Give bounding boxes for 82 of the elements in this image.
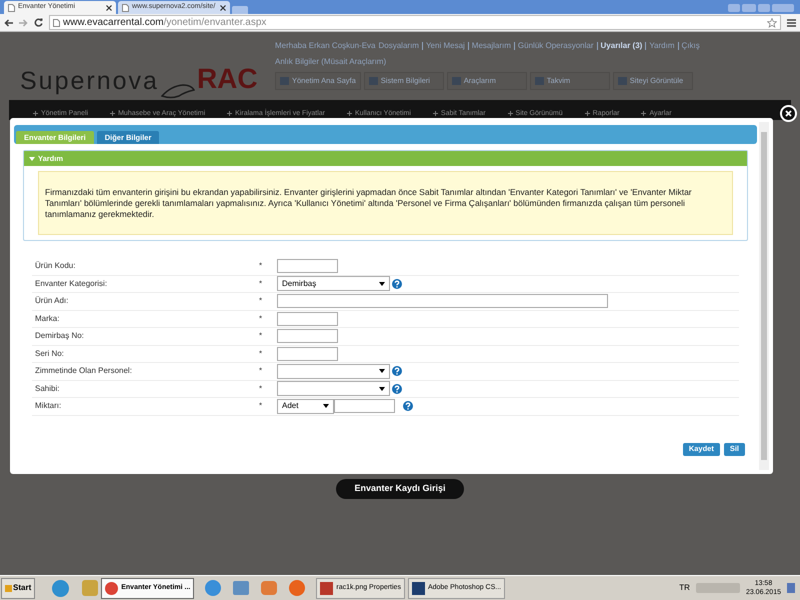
field-label: Envanter Kategorisi: <box>34 278 108 290</box>
close-icon <box>785 110 792 117</box>
input-field[interactable] <box>334 399 395 414</box>
close-icon[interactable] <box>220 4 226 10</box>
required-mark: * <box>259 382 264 395</box>
header-link[interactable]: Günlük Operasyonlar <box>518 40 594 52</box>
required-mark: * <box>259 278 264 290</box>
restore-button[interactable] <box>758 4 770 12</box>
nav-icon <box>452 77 461 85</box>
input-field[interactable] <box>277 259 338 274</box>
required-mark: * <box>259 260 264 272</box>
dropdown-arrow-icon <box>323 404 329 408</box>
plus-icon <box>508 111 513 116</box>
dropdown[interactable] <box>277 364 390 379</box>
minimize-button[interactable] <box>742 4 756 12</box>
header-link[interactable]: Uyarılar (3) <box>600 40 642 52</box>
info-link[interactable]: Anlık Bilgiler (Müsait Araçlarım) <box>275 56 386 68</box>
field-label: Miktarı: <box>34 400 62 412</box>
required-mark: * <box>259 365 264 378</box>
profile-button[interactable] <box>728 4 740 12</box>
plus-icon <box>110 111 116 116</box>
required-mark: * <box>259 312 264 325</box>
field-label: Seri No: <box>34 348 65 360</box>
help-text: Firmanızdaki tüm envanterin girişini bu ekrandan yapabilirsiniz. Envanter girişlerini yapmadan önce Sabit Tanımlar altından 'Envanter Kategori Tanımları' ve 'Envanter Miktar Tanımları' bölümlerinde gerekli tanımlamaları yapmalısınız. Ayrıca 'Kullanıcı Yönetimi' altında 'Personel ve Firma Çalışanları' bölümünden firmanızda çalışan tüm personeli tanımlamanız gerekmektedir. <box>45 187 693 220</box>
page-icon <box>8 4 15 12</box>
field-label: Marka: <box>34 312 60 325</box>
field-label: Demirbaş No: <box>34 330 85 342</box>
dropdown[interactable] <box>277 381 390 396</box>
input-field[interactable] <box>277 294 608 308</box>
help-icon[interactable] <box>392 384 402 394</box>
header-link[interactable]: Mesajlarım <box>472 40 511 52</box>
greeting-text: Merhaba Erkan Coşkun-Eva <box>275 40 376 52</box>
help-icon[interactable] <box>392 278 402 289</box>
input-field[interactable] <box>277 329 338 344</box>
language-indicator[interactable]: TR <box>679 582 690 594</box>
close-icon[interactable] <box>106 4 112 10</box>
input-field[interactable] <box>277 312 338 326</box>
header-link[interactable]: Çıkış <box>682 40 700 52</box>
back-icon[interactable] <box>4 18 13 26</box>
field-label: Zimmetinde Olan Personel: <box>34 365 133 378</box>
nav-icon <box>280 77 289 85</box>
plus-icon <box>584 111 590 116</box>
address-bar[interactable]: www.evacarrental.com/yonetim/envanter.aspx <box>49 15 781 30</box>
nav-icon <box>368 77 378 85</box>
menu-icon[interactable] <box>787 18 796 26</box>
header-link[interactable]: Yeni Mesaj <box>426 40 465 52</box>
required-mark: * <box>259 295 264 308</box>
dropdown[interactable]: Demirbaş <box>277 276 390 292</box>
dropdown[interactable]: Adet <box>277 398 334 414</box>
plus-icon <box>641 111 646 116</box>
star-icon[interactable] <box>767 18 777 28</box>
input-field[interactable] <box>277 346 338 361</box>
scrollbar[interactable] <box>759 122 769 470</box>
nav-icon <box>618 77 627 85</box>
scrollbar-thumb[interactable] <box>761 132 767 460</box>
help-icon[interactable] <box>403 401 413 412</box>
plus-icon <box>227 111 232 116</box>
url-text: www.evacarrental.com/yonetim/envanter.aspx <box>63 16 266 30</box>
start-button[interactable]: Start <box>1 578 36 598</box>
help-icon[interactable] <box>392 366 402 376</box>
plus-icon <box>33 111 38 116</box>
required-mark: * <box>259 400 264 412</box>
plus-icon <box>347 111 352 116</box>
dropdown-arrow-icon <box>379 369 385 374</box>
dropdown-arrow-icon <box>379 282 385 286</box>
required-mark: * <box>259 348 264 360</box>
close-button[interactable] <box>780 105 797 122</box>
header-link[interactable]: Dosyalarım <box>378 40 419 52</box>
field-label: Ürün Adı: <box>34 295 70 308</box>
field-label: Sahibi: <box>34 382 60 395</box>
nav-icon <box>534 77 544 85</box>
page-icon <box>53 18 60 26</box>
forward-icon[interactable] <box>19 18 28 26</box>
dropdown-arrow-icon <box>379 386 385 391</box>
caret-down-icon <box>29 156 35 162</box>
required-mark: * <box>259 330 264 342</box>
plus-icon <box>432 111 438 116</box>
header-link[interactable]: Yardım <box>649 40 675 52</box>
field-label: Ürün Kodu: <box>34 260 76 272</box>
page-icon <box>122 4 129 12</box>
reload-icon[interactable] <box>34 18 43 27</box>
caption-label: Envanter Kaydı Girişi <box>336 479 464 498</box>
